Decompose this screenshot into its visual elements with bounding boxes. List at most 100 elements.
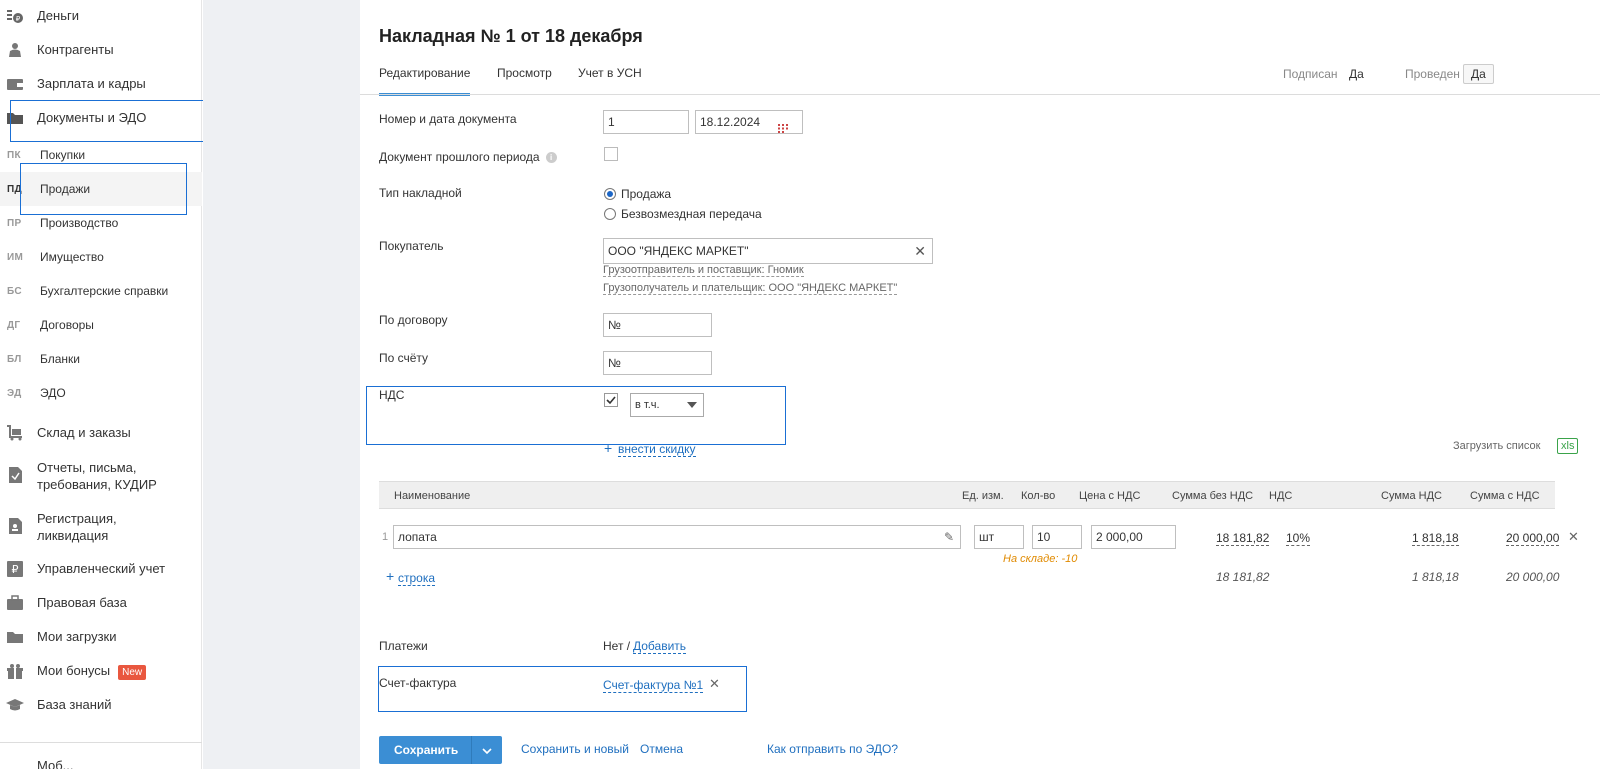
nav-label: Регистрация, ликвидация <box>37 510 117 544</box>
signed-label: Подписан <box>1283 67 1338 81</box>
vat-sum-value[interactable]: 1 818,18 <box>1412 531 1459 546</box>
add-payment-link[interactable]: Добавить <box>633 639 687 654</box>
plus-icon[interactable]: + <box>604 440 612 456</box>
page-title: Накладная № 1 от 18 декабря <box>379 26 643 46</box>
item-name-input[interactable]: лопата ✎ <box>393 525 961 549</box>
nav-label: Моб... <box>37 758 74 769</box>
nav-downloads[interactable]: Мои загрузки <box>0 628 202 645</box>
sub-item-sales[interactable]: ПД Продажи <box>0 172 202 206</box>
xls-icon[interactable]: xls <box>1557 438 1579 454</box>
folder-icon <box>6 110 24 126</box>
sub-abbr: БС <box>7 285 22 297</box>
nav-label: Отчеты, письма, требования, КУДИР <box>37 459 157 493</box>
cancel-link[interactable]: Отмена <box>640 742 683 756</box>
sub-item-contracts[interactable]: ДГ Договоры <box>0 308 202 342</box>
past-period-checkbox[interactable] <box>604 147 618 161</box>
clear-icon[interactable]: ✕ <box>914 239 926 263</box>
sub-item-production[interactable]: ПР Производство <box>0 206 202 240</box>
nav-label-line1: Регистрация, <box>37 511 117 526</box>
nav-money[interactable]: ₽ Деньги <box>0 7 202 24</box>
vat-checkbox[interactable] <box>604 393 618 407</box>
report-icon <box>6 467 24 483</box>
sub-item-purchases[interactable]: ПК Покупки <box>0 138 202 172</box>
nav-management[interactable]: ₽ Управленческий учет <box>0 560 202 577</box>
save-new-link[interactable]: Сохранить и новый <box>521 742 629 756</box>
sub-abbr: ЭД <box>7 387 22 399</box>
sub-abbr: ИМ <box>7 251 24 263</box>
invoice-doc-label: Счет-фактура <box>379 676 457 690</box>
plus-icon[interactable]: + <box>386 568 394 584</box>
nav-contractors[interactable]: Контрагенты <box>0 41 202 58</box>
shipper-link[interactable]: Грузоотправитель и поставщик: Гномик <box>603 264 804 277</box>
contract-input[interactable]: № <box>603 313 712 337</box>
tabs-divider <box>360 94 1600 95</box>
add-row-link[interactable]: строка <box>398 571 436 586</box>
invoice-doc-link[interactable]: Счет-фактура №1 <box>603 678 704 693</box>
type-radio-sale[interactable] <box>604 188 616 200</box>
upload-list-link[interactable]: Загрузить список <box>1453 440 1540 452</box>
remove-invoice-icon[interactable]: ✕ <box>709 676 720 692</box>
nav-label: База знаний <box>37 697 112 712</box>
svg-text:₽: ₽ <box>12 563 19 576</box>
th-qty: Кол-во <box>1021 490 1056 502</box>
nav-registration[interactable]: Регистрация, ликвидация <box>0 510 202 544</box>
doc-date-input[interactable]: 18.12.2024 <box>695 110 803 134</box>
save-button[interactable]: Сохранить <box>379 736 502 764</box>
nav-label: Правовая база <box>37 595 127 610</box>
money-icon: ₽ <box>6 8 24 24</box>
nav-salary[interactable]: Зарплата и кадры <box>0 75 202 92</box>
sub-abbr: ПД <box>7 183 22 195</box>
nav-knowledge[interactable]: База знаний <box>0 696 202 713</box>
qty-input[interactable]: 10 <box>1032 525 1082 549</box>
buyer-input[interactable]: ООО "ЯНДЕКС МАРКЕТ" ✕ <box>603 238 933 264</box>
total-value[interactable]: 20 000,00 <box>1506 531 1560 546</box>
nav-warehouse[interactable]: Склад и заказы <box>0 424 202 441</box>
info-icon[interactable]: i <box>545 152 557 163</box>
vat-mode-select[interactable]: в т.ч. <box>630 393 704 417</box>
nav-reports[interactable]: Отчеты, письма, требования, КУДИР <box>0 459 202 493</box>
type-option-free[interactable]: Безвозмездная передача <box>621 207 762 221</box>
consignee-link[interactable]: Грузополучатель и плательщик: ООО "ЯНДЕК… <box>603 282 898 295</box>
delete-row-icon[interactable]: ✕ <box>1568 529 1579 545</box>
total-vat-sum: 1 818,18 <box>1412 570 1459 584</box>
nav-documents[interactable]: Документы и ЭДО <box>0 109 202 126</box>
sum-no-vat-value[interactable]: 18 181,82 <box>1216 531 1270 546</box>
tab-usn[interactable]: Учет в УСН <box>578 66 642 80</box>
sub-label: Покупки <box>40 148 86 162</box>
sub-item-accounting-notes[interactable]: БС Бухгалтерские справки <box>0 274 202 308</box>
sub-label: Имущество <box>40 250 104 264</box>
chevron-down-icon[interactable] <box>482 745 492 759</box>
sub-item-edo[interactable]: ЭД ЭДО <box>0 376 202 410</box>
invoice-input[interactable]: № <box>603 351 712 375</box>
calendar-icon[interactable] <box>778 118 788 140</box>
vat-rate-value[interactable]: 10% <box>1286 531 1311 546</box>
button-divider <box>471 736 472 764</box>
price-input[interactable]: 2 000,00 <box>1091 525 1176 549</box>
edo-help-link[interactable]: Как отправить по ЭДО? <box>767 742 898 756</box>
sub-label: Производство <box>40 216 119 230</box>
contract-label: По договору <box>379 313 448 327</box>
sub-abbr: БЛ <box>7 353 22 365</box>
nav-bonuses[interactable]: Мои бонусы New <box>0 662 202 680</box>
type-radio-free[interactable] <box>604 208 616 220</box>
nav-label-line2: ликвидация <box>37 528 109 543</box>
doc-number-input[interactable]: 1 <box>603 110 689 134</box>
type-option-sale[interactable]: Продажа <box>621 187 671 201</box>
pencil-icon[interactable]: ✎ <box>944 526 954 548</box>
tab-preview[interactable]: Просмотр <box>497 66 552 80</box>
sub-item-forms[interactable]: БЛ Бланки <box>0 342 202 376</box>
posted-value[interactable]: Да <box>1463 64 1494 84</box>
new-badge: New <box>118 665 147 680</box>
sub-label: Договоры <box>40 318 94 332</box>
table-header: Наименование Ед. изм. Кол-во Цена с НДС … <box>379 481 1555 509</box>
nav-legal[interactable]: Правовая база <box>0 594 202 611</box>
save-label: Сохранить <box>394 743 459 757</box>
unit-input[interactable]: шт <box>974 525 1024 549</box>
th-price: Цена с НДС <box>1079 490 1141 502</box>
doc-date-value: 18.12.2024 <box>700 115 761 129</box>
tab-editing[interactable]: Редактирование <box>379 66 471 96</box>
sub-item-property[interactable]: ИМ Имущество <box>0 240 202 274</box>
discount-link[interactable]: внести скидку <box>618 442 696 457</box>
buyer-label: Покупатель <box>379 239 444 253</box>
nav-cutoff[interactable]: Моб... <box>0 757 202 769</box>
